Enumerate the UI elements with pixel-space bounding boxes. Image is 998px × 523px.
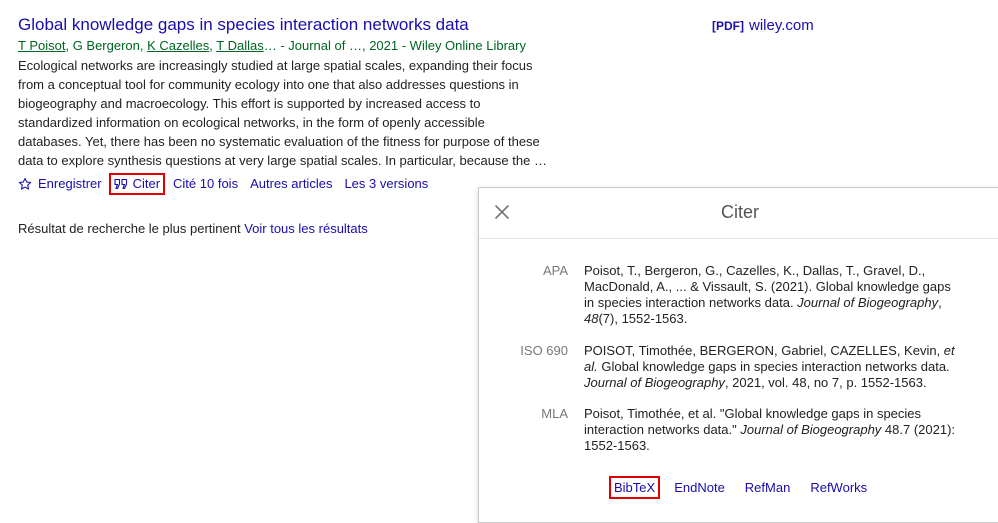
see-all-results-link[interactable]: Voir tous les résultats [244,221,368,236]
snippet-line: from a conceptual tool for community eco… [18,77,519,92]
search-result: Global knowledge gaps in species interac… [18,14,558,195]
star-icon [18,177,32,190]
quote-icon [114,178,127,190]
snippet-line: Ecological networks are increasingly stu… [18,58,533,73]
refman-link[interactable]: RefMan [745,480,791,495]
cite-dialog: Citer APA Poisot, T., Bergeron, G., Caze… [478,187,998,523]
pdf-tag: [PDF] [712,19,744,33]
author-name: G Bergeron [72,38,140,53]
author-name[interactable]: T Dallas [216,38,263,53]
citation-part: , [938,295,942,310]
save-label: Enregistrer [38,176,102,191]
authors-tail: … - Journal of …, 2021 - Wiley Online Li… [263,38,526,53]
snippet-line: data to explore synthesis questions at v… [18,153,547,168]
citation-part: , 2021, vol. 48, no 7, p. 1552-1563. [724,375,927,390]
dialog-title: Citer [720,202,759,222]
citation-part: (7), 1552-1563. [598,311,688,326]
cited-by-link[interactable]: Cité 10 fois [173,175,238,193]
relevance-note: Résultat de recherche le plus pertinent … [18,221,368,236]
citation-style-label: ISO 690 [520,343,568,358]
refworks-link[interactable]: RefWorks [810,480,867,495]
citation-text[interactable]: POISOT, Timothée, BERGERON, Gabriel, CAZ… [584,343,964,391]
result-snippet: Ecological networks are increasingly stu… [18,56,558,170]
export-links: BibTeX EndNote RefMan RefWorks [609,476,887,499]
result-actions: Enregistrer Citer Cité 10 fois Autres ar… [18,173,558,195]
save-button[interactable]: Enregistrer [18,175,102,193]
result-authors-line: T Poisot, G Bergeron, K Cazelles, T Dall… [18,37,558,55]
endnote-link[interactable]: EndNote [674,480,725,495]
citation-part: POISOT, Timothée, BERGERON, Gabriel, CAZ… [584,343,944,358]
citation-part: Global knowledge gaps in species interac… [597,359,950,374]
author-name[interactable]: K Cazelles [147,38,209,53]
relevance-text: Résultat de recherche le plus pertinent [18,221,241,236]
citation-text[interactable]: Poisot, Timothée, et al. "Global knowled… [584,406,964,454]
citation-italic-part: Journal of Biogeography [797,295,939,310]
snippet-line: databases. Yet, there has been no system… [18,134,540,149]
citation-text[interactable]: Poisot, T., Bergeron, G., Cazelles, K., … [584,263,964,327]
snippet-line: biogeography and macroecology. This effo… [18,96,481,111]
all-versions-link[interactable]: Les 3 versions [344,175,428,193]
citation-italic-part: 48 [584,311,599,326]
snippet-line: standardized information on ecological n… [18,115,485,130]
cite-button[interactable]: Citer [108,173,166,195]
citation-italic-part: Journal of Biogeography [584,375,725,390]
pdf-link[interactable]: [PDF] wiley.com [712,17,814,34]
pdf-domain: wiley.com [749,17,814,34]
result-title-link[interactable]: Global knowledge gaps in species interac… [18,14,558,36]
cite-label: Citer [132,176,161,191]
related-articles-link[interactable]: Autres articles [250,175,332,193]
citation-style-label: APA [542,263,568,278]
dialog-header: Citer [479,188,998,239]
author-separator: , [65,38,73,53]
citation-italic-part: Journal of Biogeography [740,422,882,437]
citation-style-label: MLA [541,406,568,421]
bibtex-link[interactable]: BibTeX [609,476,661,499]
author-name[interactable]: T Poisot [18,38,65,53]
